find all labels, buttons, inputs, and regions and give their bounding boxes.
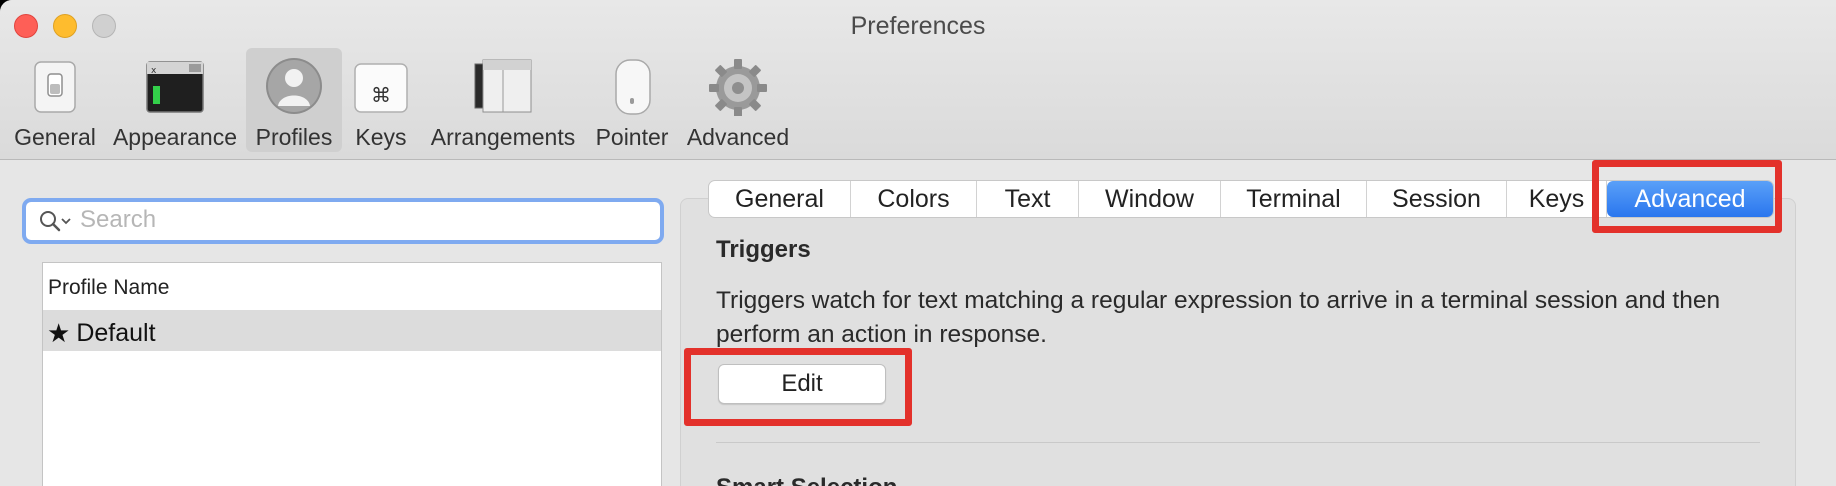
toolbar-label: General [14, 124, 96, 150]
window-title: Preferences [850, 12, 986, 40]
toolbar-label: Pointer [595, 124, 669, 150]
profile-person-icon [264, 56, 324, 116]
toolbar-pointer[interactable]: Pointer [592, 48, 672, 152]
preferences-window: Preferences General x Appearance Profile… [0, 0, 1836, 486]
toolbar-label: Arrangements [430, 124, 576, 150]
gear-icon [708, 56, 768, 117]
triggers-description: Triggers watch for text matching a regul… [716, 287, 1721, 348]
smart-selection-heading: Smart Selection [716, 474, 897, 486]
tab-text[interactable]: Text [977, 181, 1079, 217]
general-switch-icon [25, 56, 85, 116]
appearance-terminal-icon: x [145, 56, 205, 116]
toolbar-general[interactable]: General [10, 48, 100, 152]
section-divider [716, 442, 1760, 443]
command-key-icon: ⌘ [351, 56, 411, 116]
tab-session[interactable]: Session [1367, 181, 1507, 217]
toolbar-profiles[interactable]: Profiles [246, 48, 342, 152]
arrangements-windows-icon [473, 56, 533, 116]
title-bar-toolbar: Preferences General x Appearance Profile… [0, 0, 1836, 160]
search-icon [38, 208, 74, 234]
default-star-icon: ★ [47, 318, 71, 348]
tab-general[interactable]: General [709, 181, 851, 217]
toolbar-arrangements[interactable]: Arrangements [428, 48, 578, 152]
toolbar-advanced[interactable]: Advanced [686, 48, 790, 152]
advanced-tab-highlight [1592, 160, 1782, 233]
toolbar-label: Advanced [686, 124, 790, 150]
tab-colors[interactable]: Colors [851, 181, 977, 217]
profile-name: Default [76, 319, 156, 347]
tab-terminal[interactable]: Terminal [1221, 181, 1367, 217]
svg-text:x: x [151, 66, 157, 76]
triggers-heading: Triggers [716, 236, 811, 263]
profile-name-column-header[interactable]: Profile Name [43, 263, 661, 311]
toolbar-keys[interactable]: ⌘ Keys [350, 48, 412, 152]
svg-text:⌘: ⌘ [371, 83, 391, 107]
profile-search-field[interactable]: Search [22, 198, 664, 244]
toolbar-label: Profiles [255, 124, 333, 150]
mouse-icon [602, 56, 662, 116]
toolbar-label: Appearance [112, 124, 238, 150]
edit-button-highlight [684, 348, 912, 426]
profile-list: Profile Name ★ Default [42, 262, 662, 486]
tab-window[interactable]: Window [1079, 181, 1221, 217]
toolbar-appearance[interactable]: x Appearance [112, 48, 238, 152]
profile-row-default[interactable]: ★ Default [43, 311, 661, 351]
toolbar-label: Keys [355, 124, 407, 150]
search-placeholder: Search [80, 206, 157, 233]
